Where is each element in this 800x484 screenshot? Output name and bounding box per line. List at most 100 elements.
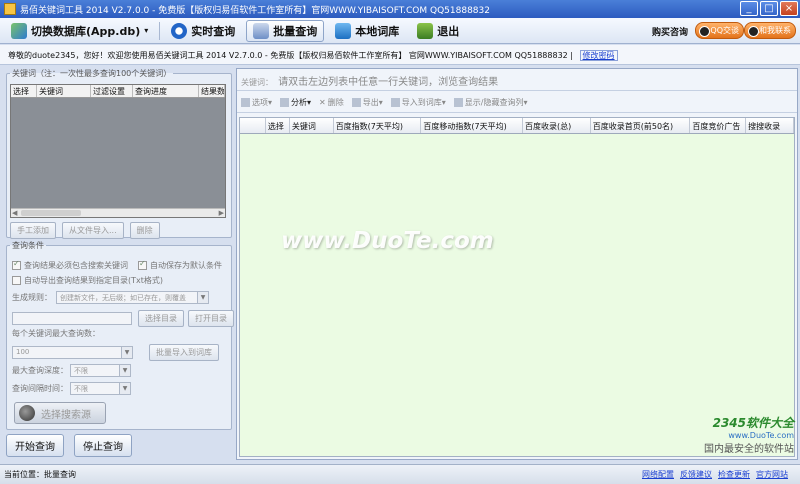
realtime-query-button[interactable]: 实时查询 xyxy=(164,20,242,42)
interval-value[interactable]: 不限 xyxy=(70,382,120,395)
status-bar: 当前位置：批量查询 网络配置 反馈建议 检查更新 官方网站 xyxy=(0,464,800,484)
analyze-icon xyxy=(280,98,290,107)
grid-col-baidu-ads[interactable]: 百度竞价广告 xyxy=(690,118,747,133)
gen-rule-value[interactable]: 创建新文件，无后缀；如已存在，则覆盖 xyxy=(56,291,198,304)
close-button[interactable]: × xyxy=(780,1,798,16)
local-library-label: 本地词库 xyxy=(355,24,400,38)
results-hint: 关键词： 请双击左边列表中任意一行关键词，浏览查询结果 xyxy=(237,69,797,91)
grid-col-soso-indexed[interactable]: 搜搜收录 xyxy=(746,118,794,133)
analyze-label: 分析 xyxy=(291,98,308,107)
batch-query-button[interactable]: 批量查询 xyxy=(246,19,325,42)
options-menu[interactable]: 选项 ▾ xyxy=(241,97,272,108)
import-icon xyxy=(390,98,400,107)
show-hide-columns-menu[interactable]: 显示/隐藏查询列 ▾ xyxy=(453,97,527,108)
max-depth-row: 最大查询深度： 不限 ▼ xyxy=(12,364,131,377)
grid-col-keyword[interactable]: 关键词 xyxy=(290,118,334,133)
contact-me-button[interactable]: 和我联系 xyxy=(744,22,796,39)
watermark: www.DuoTe.com xyxy=(281,228,494,254)
keyword-table[interactable]: 选择 关键词 过滤设置 查询进度 结果数 ◀ ▶ xyxy=(10,84,226,218)
change-password-link[interactable]: 修改密码 xyxy=(579,50,618,61)
interval-select[interactable]: 不限 ▼ xyxy=(70,382,131,395)
max-per-keyword-select[interactable]: 100 ▼ xyxy=(12,346,133,359)
col-select[interactable]: 选择 xyxy=(11,85,37,97)
toolbar-divider xyxy=(159,21,161,40)
chevron-down-icon[interactable]: ▼ xyxy=(198,291,209,304)
contains-keyword-option[interactable]: 查询结果必须包含搜索关键词 xyxy=(12,259,128,271)
chevron-down-icon[interactable]: ▼ xyxy=(122,346,133,359)
grid-col-baidu-indexed[interactable]: 百度收录(总) xyxy=(523,118,591,133)
results-panel: 关键词： 请双击左边列表中任意一行关键词，浏览查询结果 选项 ▾ 分析 ▾ ✕ 删除 … xyxy=(236,68,798,460)
maximize-button[interactable]: □ xyxy=(760,1,778,16)
switch-database-button[interactable]: 切换数据库(App.db) ▾ xyxy=(4,20,155,42)
chevron-down-icon[interactable]: ▼ xyxy=(120,382,131,395)
results-grid[interactable]: 选择 关键词 百度指数(7天平均) 百度移动指数(7天平均) 百度收录(总) 百… xyxy=(239,117,795,457)
grid-col-baidu-index[interactable]: 百度指数(7天平均) xyxy=(334,118,422,133)
auto-export-label: 自动导出查询结果到指定目录(Txt格式) xyxy=(24,276,163,285)
col-filter[interactable]: 过滤设置 xyxy=(91,85,133,97)
analyze-menu[interactable]: 分析 ▾ xyxy=(280,97,311,108)
columns-icon xyxy=(453,98,463,107)
scroll-thumb[interactable] xyxy=(21,210,81,216)
site-logo: 2345软件大全 www.DuoTe.com 国内最安全的软件站 xyxy=(704,414,794,455)
export-menu[interactable]: 导出 ▾ xyxy=(351,97,383,108)
auto-export-option[interactable]: 自动导出查询结果到指定目录(Txt格式) xyxy=(12,275,163,286)
checkbox-checked-icon[interactable] xyxy=(138,259,147,270)
open-directory-button[interactable]: 打开目录 xyxy=(188,310,234,327)
hint-prefix: 关键词： xyxy=(241,78,273,87)
grid-col-select[interactable]: 选择 xyxy=(266,118,290,133)
check-update-link[interactable]: 检查更新 xyxy=(718,469,750,480)
gen-rule-select[interactable]: 创建新文件，无后缀；如已存在，则覆盖 ▼ xyxy=(56,291,209,304)
network-config-link[interactable]: 网络配置 xyxy=(642,469,674,480)
import-to-library-label: 导入到词库 xyxy=(401,98,442,107)
checkbox-checked-icon[interactable] xyxy=(12,259,21,270)
col-result-count[interactable]: 结果数 xyxy=(199,85,225,97)
keyword-table-header: 选择 关键词 过滤设置 查询进度 结果数 xyxy=(11,85,225,98)
keyword-group-legend: 关键词（注：一次性最多查询100个关键词） xyxy=(12,69,172,78)
title-bar: 易佰关键词工具 2014 V2.7.0.0 - 免费版【版权归易佰软件工作室所有… xyxy=(0,0,800,18)
feedback-link[interactable]: 反馈建议 xyxy=(680,469,712,480)
start-query-button[interactable]: 开始查询 xyxy=(6,434,64,457)
scroll-left-icon[interactable]: ◀ xyxy=(12,209,17,217)
autosave-option[interactable]: 自动保存为默认条件 xyxy=(138,259,222,271)
col-keyword[interactable]: 关键词 xyxy=(37,85,91,97)
max-depth-value[interactable]: 不限 xyxy=(70,364,120,377)
minimize-button[interactable]: _ xyxy=(740,1,758,16)
scroll-right-icon[interactable]: ▶ xyxy=(219,209,224,217)
add-manual-button[interactable]: 手工添加 xyxy=(10,222,56,239)
chevron-down-icon[interactable]: ▼ xyxy=(120,364,131,377)
grid-col-baidu-firstpage[interactable]: 百度收录首页(前50名) xyxy=(591,118,691,133)
col-progress[interactable]: 查询进度 xyxy=(133,85,199,97)
interval-row: 查询间隔时间： 不限 ▼ xyxy=(12,382,131,395)
max-depth-select[interactable]: 不限 ▼ xyxy=(70,364,131,377)
checkbox-icon[interactable] xyxy=(12,276,21,285)
batch-import-button[interactable]: 批量导入到词库 xyxy=(149,344,219,361)
switch-database-label: 切换数据库(App.db) xyxy=(31,24,141,38)
exit-button[interactable]: 退出 xyxy=(410,20,466,42)
stop-query-button[interactable]: 停止查询 xyxy=(74,434,132,457)
realtime-icon xyxy=(171,22,188,39)
delete-keyword-button[interactable]: 删除 xyxy=(129,222,160,239)
select-source-button[interactable]: 选择搜索源 xyxy=(14,402,106,424)
official-site-link[interactable]: 官方网站 xyxy=(756,469,788,480)
export-label: 导出 xyxy=(362,98,379,107)
import-file-button[interactable]: 从文件导入... xyxy=(62,222,124,239)
select-directory-button[interactable]: 选择目录 xyxy=(138,310,184,327)
delete-result-button[interactable]: ✕ 删除 xyxy=(319,97,344,108)
results-grid-header: 选择 关键词 百度指数(7天平均) 百度移动指数(7天平均) 百度收录(总) 百… xyxy=(240,118,794,134)
max-per-keyword-value[interactable]: 100 xyxy=(12,346,122,359)
conditions-legend: 查询条件 xyxy=(12,241,44,250)
grid-col-blank[interactable] xyxy=(240,118,266,133)
main-toolbar: 切换数据库(App.db) ▾ 实时查询 批量查询 本地词库 退出 购买咨询 Q… xyxy=(0,18,800,44)
qq-chat-button[interactable]: QQ交谈 xyxy=(695,22,744,39)
logo-tagline: 国内最安全的软件站 xyxy=(704,444,794,455)
grid-col-baidu-mobile-index[interactable]: 百度移动指数(7天平均) xyxy=(421,118,523,133)
exit-icon xyxy=(417,22,434,39)
buy-consult-label: 购买咨询 xyxy=(651,28,688,38)
import-to-library-menu[interactable]: 导入到词库 ▾ xyxy=(390,97,446,108)
dir-row: 选择目录 打开目录 xyxy=(12,310,234,327)
interval-label: 查询间隔时间： xyxy=(12,384,68,393)
directory-input[interactable] xyxy=(12,312,132,325)
local-library-button[interactable]: 本地词库 xyxy=(328,20,406,42)
horizontal-scrollbar[interactable]: ◀ ▶ xyxy=(11,208,225,217)
gen-rule-label: 生成规则： xyxy=(12,293,52,302)
